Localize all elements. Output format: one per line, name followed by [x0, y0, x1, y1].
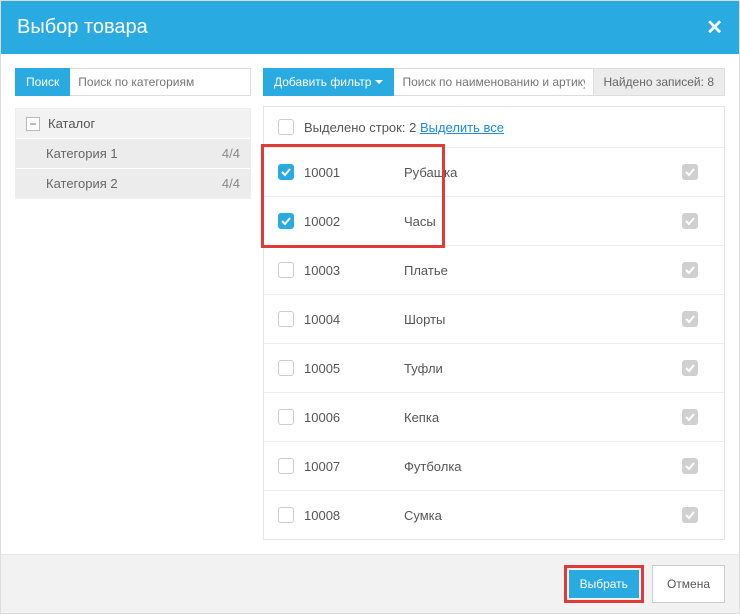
row-checkbox[interactable]	[278, 409, 294, 425]
row-toggle-icon[interactable]	[682, 311, 698, 327]
tree-root[interactable]: − Каталог	[16, 109, 250, 138]
row-name: Рубашка	[404, 165, 660, 180]
category-search-input[interactable]	[70, 68, 251, 96]
row-sku: 10004	[304, 312, 394, 327]
row-checkbox[interactable]	[278, 311, 294, 327]
row-name: Платье	[404, 263, 660, 278]
sidebar-item-label: Категория 1	[46, 146, 118, 161]
collapse-icon[interactable]: −	[26, 117, 40, 131]
table-row: 10004 Шорты	[264, 294, 724, 343]
table-row: 10008 Сумка	[264, 490, 724, 539]
table-row: 10006 Кепка	[264, 392, 724, 441]
row-sku: 10003	[304, 263, 394, 278]
highlight-select-button: Выбрать	[564, 565, 644, 603]
row-name: Туфли	[404, 361, 660, 376]
row-toggle-icon[interactable]	[682, 262, 698, 278]
add-filter-label: Добавить фильтр	[274, 75, 371, 89]
row-checkbox[interactable]	[278, 458, 294, 474]
category-tree: − Каталог Категория 1 4/4 Категория 2 4/4	[15, 108, 251, 199]
table-row: 10001 Рубашка	[264, 147, 724, 196]
category-search-button[interactable]: Поиск	[15, 68, 70, 96]
row-name: Часы	[404, 214, 660, 229]
modal-footer: Выбрать Отмена	[1, 554, 739, 613]
chevron-down-icon	[375, 80, 383, 84]
row-name: Футболка	[404, 459, 660, 474]
row-sku: 10007	[304, 459, 394, 474]
row-name: Сумка	[404, 508, 660, 523]
sidebar-item[interactable]: Категория 1 4/4	[16, 138, 250, 168]
sidebar: Поиск − Каталог Категория 14/4Категория …	[15, 68, 251, 540]
row-name: Шорты	[404, 312, 660, 327]
row-toggle-icon[interactable]	[682, 507, 698, 523]
sidebar-item-label: Категория 2	[46, 176, 118, 191]
product-search-input[interactable]	[394, 68, 592, 96]
row-checkbox[interactable]	[278, 262, 294, 278]
modal-header: Выбор товара ✕	[1, 1, 739, 54]
modal-title: Выбор товара	[17, 16, 148, 39]
row-sku: 10005	[304, 361, 394, 376]
close-icon[interactable]: ✕	[706, 15, 723, 40]
table-row: 10007 Футболка	[264, 441, 724, 490]
sidebar-item[interactable]: Категория 2 4/4	[16, 168, 250, 198]
main-panel: Добавить фильтр Найдено записей: 8 Выдел…	[263, 68, 725, 540]
select-all-checkbox[interactable]	[278, 119, 294, 135]
records-found: Найдено записей: 8	[593, 68, 725, 96]
row-sku: 10002	[304, 214, 394, 229]
row-checkbox[interactable]	[278, 507, 294, 523]
row-toggle-icon[interactable]	[682, 360, 698, 376]
cancel-button[interactable]: Отмена	[652, 565, 725, 603]
add-filter-button[interactable]: Добавить фильтр	[263, 68, 394, 96]
tree-root-label: Каталог	[48, 116, 95, 131]
row-toggle-icon[interactable]	[682, 409, 698, 425]
row-toggle-icon[interactable]	[682, 164, 698, 180]
row-sku: 10008	[304, 508, 394, 523]
row-toggle-icon[interactable]	[682, 458, 698, 474]
row-name: Кепка	[404, 410, 660, 425]
table-row: 10002 Часы	[264, 196, 724, 245]
select-button[interactable]: Выбрать	[569, 570, 639, 598]
table-row: 10003 Платье	[264, 245, 724, 294]
table-row: 10005 Туфли	[264, 343, 724, 392]
row-checkbox[interactable]	[278, 360, 294, 376]
row-checkbox[interactable]	[278, 213, 294, 229]
product-table: Выделено строк: 2 Выделить все 10001 Руба…	[263, 106, 725, 540]
row-toggle-icon[interactable]	[682, 213, 698, 229]
product-select-modal: Выбор товара ✕ Поиск − Каталог Категория…	[0, 0, 740, 614]
selection-summary: Выделено строк: 2 Выделить все	[264, 107, 724, 147]
row-sku: 10006	[304, 410, 394, 425]
select-all-link[interactable]: Выделить все	[420, 120, 504, 135]
sidebar-item-count: 4/4	[222, 176, 240, 191]
sidebar-item-count: 4/4	[222, 146, 240, 161]
row-checkbox[interactable]	[278, 164, 294, 180]
row-sku: 10001	[304, 165, 394, 180]
